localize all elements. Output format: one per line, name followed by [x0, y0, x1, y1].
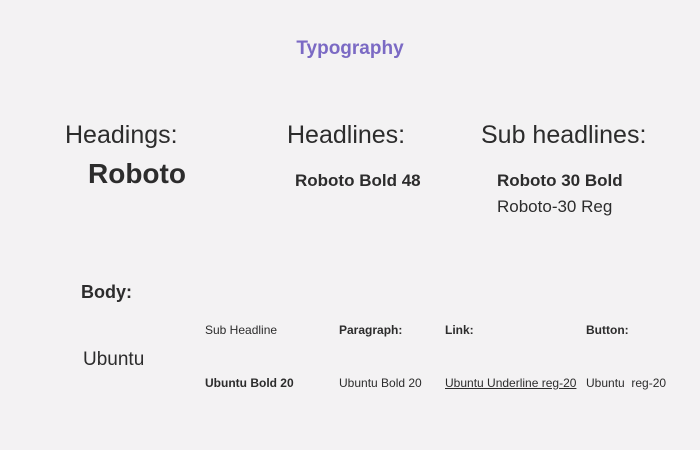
subheadlines-sample-bold: Roboto 30 Bold: [497, 171, 623, 190]
subheadlines-sample-regular: Roboto-30 Reg: [497, 197, 613, 216]
headings-font-sample: Roboto: [88, 158, 186, 189]
headlines-sample: Roboto Bold 48: [295, 171, 421, 190]
body-font-sample: Ubuntu: [83, 349, 145, 370]
button-sample: Ubuntu reg-20: [586, 376, 667, 390]
col-header-button: Button:: [586, 323, 629, 337]
paragraph-sample: Ubuntu Bold 20: [339, 376, 422, 390]
page-title: Typography: [296, 38, 404, 59]
col-header-link: Link:: [445, 323, 474, 337]
sub-headline-sample: Ubuntu Bold 20: [205, 376, 294, 390]
col-header-paragraph: Paragraph:: [339, 323, 403, 337]
body-label: Body:: [81, 282, 132, 302]
headlines-label: Headlines:: [287, 121, 406, 149]
col-header-sub-headline: Sub Headline: [205, 323, 278, 337]
headings-label: Headings:: [65, 121, 178, 149]
link-sample[interactable]: Ubuntu Underline reg-20: [445, 376, 576, 390]
subheadlines-label: Sub headlines:: [481, 121, 647, 149]
